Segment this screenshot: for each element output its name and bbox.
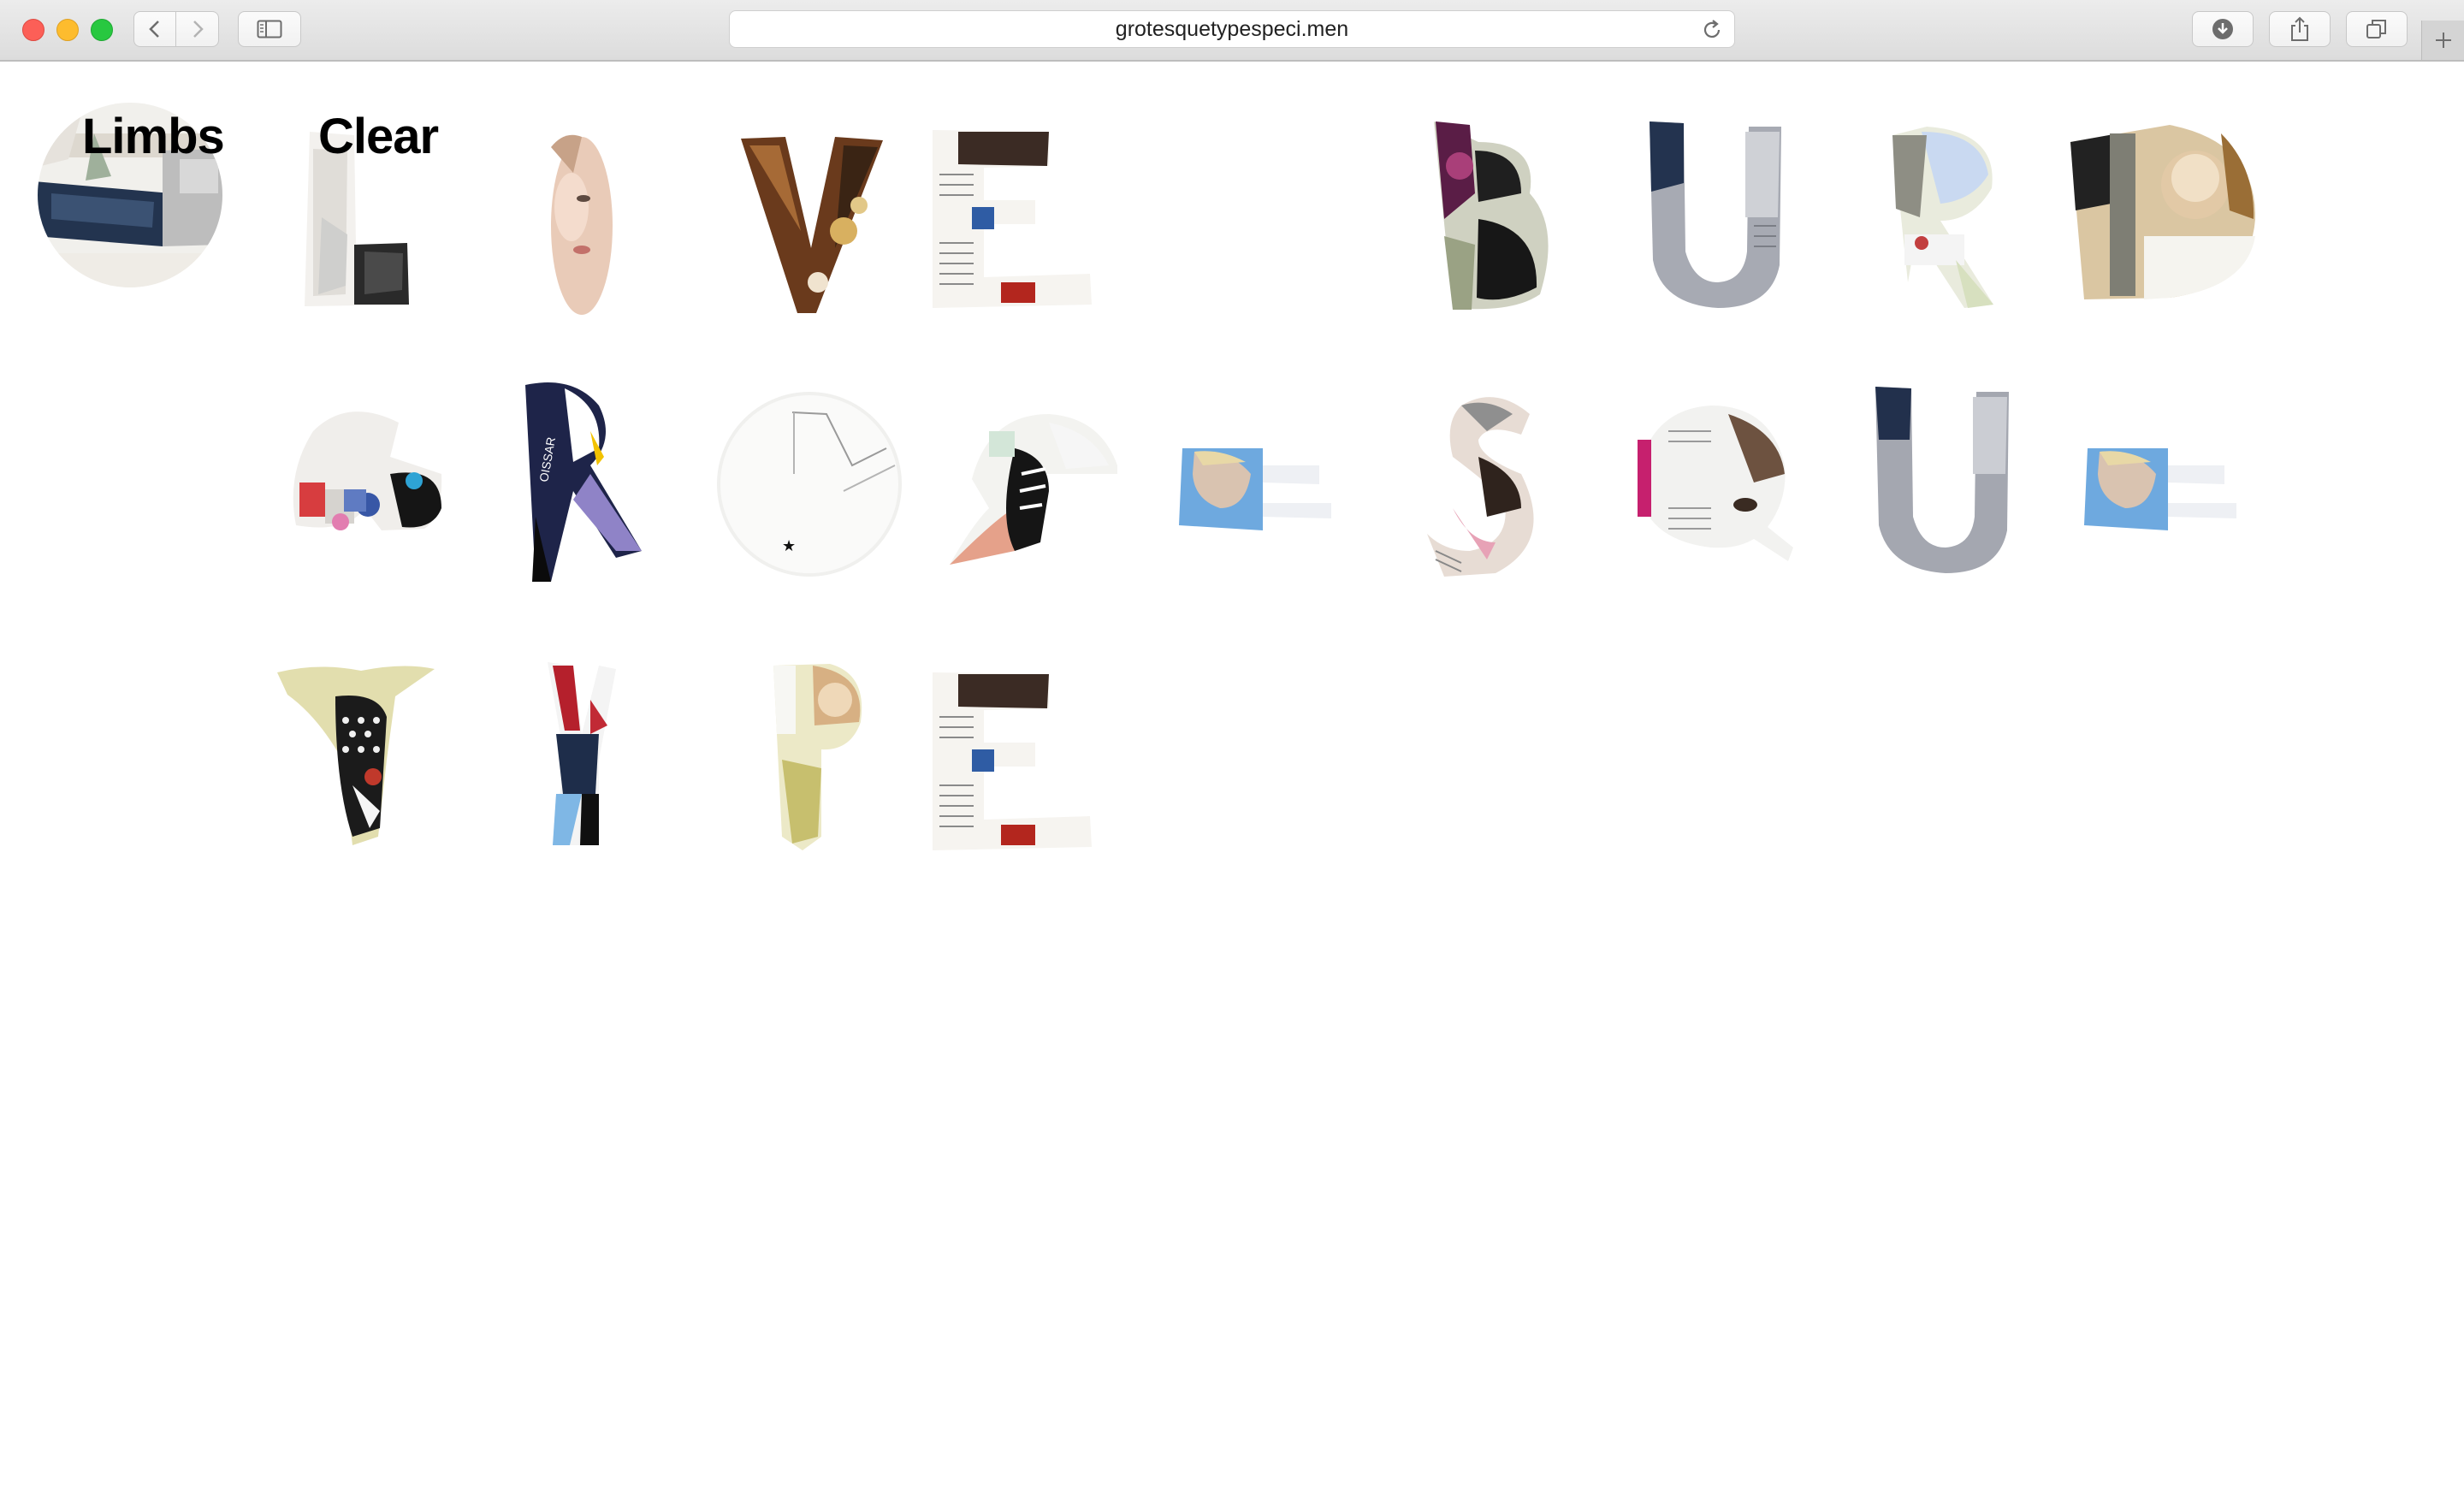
letter-tile[interactable] xyxy=(1845,115,2033,320)
letter-Q-collage xyxy=(1638,406,1793,561)
letter-tile[interactable] xyxy=(1393,116,1581,322)
letter-S-collage xyxy=(1427,397,1534,577)
address-bar[interactable]: grotesquetypespeci.men xyxy=(729,10,1735,48)
letter-B-collage xyxy=(1434,121,1549,310)
letter-V-collage xyxy=(741,137,883,313)
reload-icon[interactable] xyxy=(1700,18,1724,42)
letter-tile[interactable] xyxy=(1393,380,1581,585)
back-chevron-icon xyxy=(149,21,159,38)
back-button[interactable] xyxy=(133,11,176,47)
letter-tile[interactable] xyxy=(1617,380,1805,585)
letter-G-collage xyxy=(293,411,442,530)
letter-T-collage xyxy=(950,414,1117,565)
letter-tile[interactable] xyxy=(938,380,1126,585)
letter-tile[interactable] xyxy=(933,115,1121,320)
clear-button[interactable]: Clear xyxy=(318,108,439,165)
sidebar-toggle-button[interactable] xyxy=(238,11,301,47)
letter-tile[interactable] xyxy=(488,648,676,854)
letter-tile[interactable] xyxy=(715,111,903,317)
letter-R2-collage: OISSAR xyxy=(525,382,642,582)
letter-Y-collage xyxy=(548,662,616,845)
forward-button[interactable] xyxy=(176,11,219,47)
url-text: grotesquetypespeci.men xyxy=(1115,16,1349,41)
zoom-window-button[interactable] xyxy=(91,19,113,41)
letter-tile[interactable]: ★ xyxy=(715,380,903,585)
letter-E-collage xyxy=(933,130,1092,308)
letter-T2-collage xyxy=(277,666,435,845)
sidebar-icon xyxy=(257,20,282,38)
letter-E2-collage xyxy=(1179,448,1331,539)
download-icon xyxy=(2212,19,2233,39)
letter-tile[interactable] xyxy=(933,657,1121,862)
share-button[interactable] xyxy=(2269,11,2331,47)
letter-tile[interactable] xyxy=(267,648,455,854)
browser-toolbar: grotesquetypespeci.men xyxy=(0,0,2464,62)
letter-U2-collage xyxy=(1875,387,2009,573)
letter-tile[interactable] xyxy=(2074,380,2262,585)
minimize-window-button[interactable] xyxy=(56,19,79,41)
new-tab-button[interactable] xyxy=(2421,21,2464,60)
letter-U-collage xyxy=(1650,121,1781,308)
letter-tile[interactable] xyxy=(710,648,898,854)
letter-P-collage xyxy=(773,664,862,850)
close-window-button[interactable] xyxy=(22,19,44,41)
downloads-button[interactable] xyxy=(2192,11,2254,47)
letter-tile[interactable] xyxy=(1617,115,1805,320)
letter-tile[interactable] xyxy=(1845,380,2033,585)
letter-E3-collage xyxy=(2084,448,2236,539)
letter-R-collage xyxy=(1892,127,1993,308)
letter-D-collage xyxy=(2070,125,2255,299)
tabs-icon xyxy=(2366,20,2386,38)
letter-tile[interactable] xyxy=(2067,116,2255,322)
letter-tile[interactable] xyxy=(488,113,676,318)
letter-tile[interactable] xyxy=(262,380,450,585)
specimen-page: OISSAR ★ Limbs Clear xyxy=(0,62,2464,1486)
letter-tile[interactable] xyxy=(1169,380,1357,585)
share-icon xyxy=(2291,16,2308,41)
letter-I-collage xyxy=(551,134,613,315)
letter-tile[interactable]: OISSAR xyxy=(488,380,676,585)
letter-E4-collage xyxy=(933,672,1092,850)
forward-chevron-icon xyxy=(192,21,204,38)
limbs-button[interactable]: Limbs xyxy=(82,108,225,165)
show-tabs-button[interactable] xyxy=(2346,11,2408,47)
letter-O-collage: ★ xyxy=(717,392,902,577)
svg-text:★: ★ xyxy=(782,537,796,555)
plus-icon xyxy=(2436,33,2451,48)
